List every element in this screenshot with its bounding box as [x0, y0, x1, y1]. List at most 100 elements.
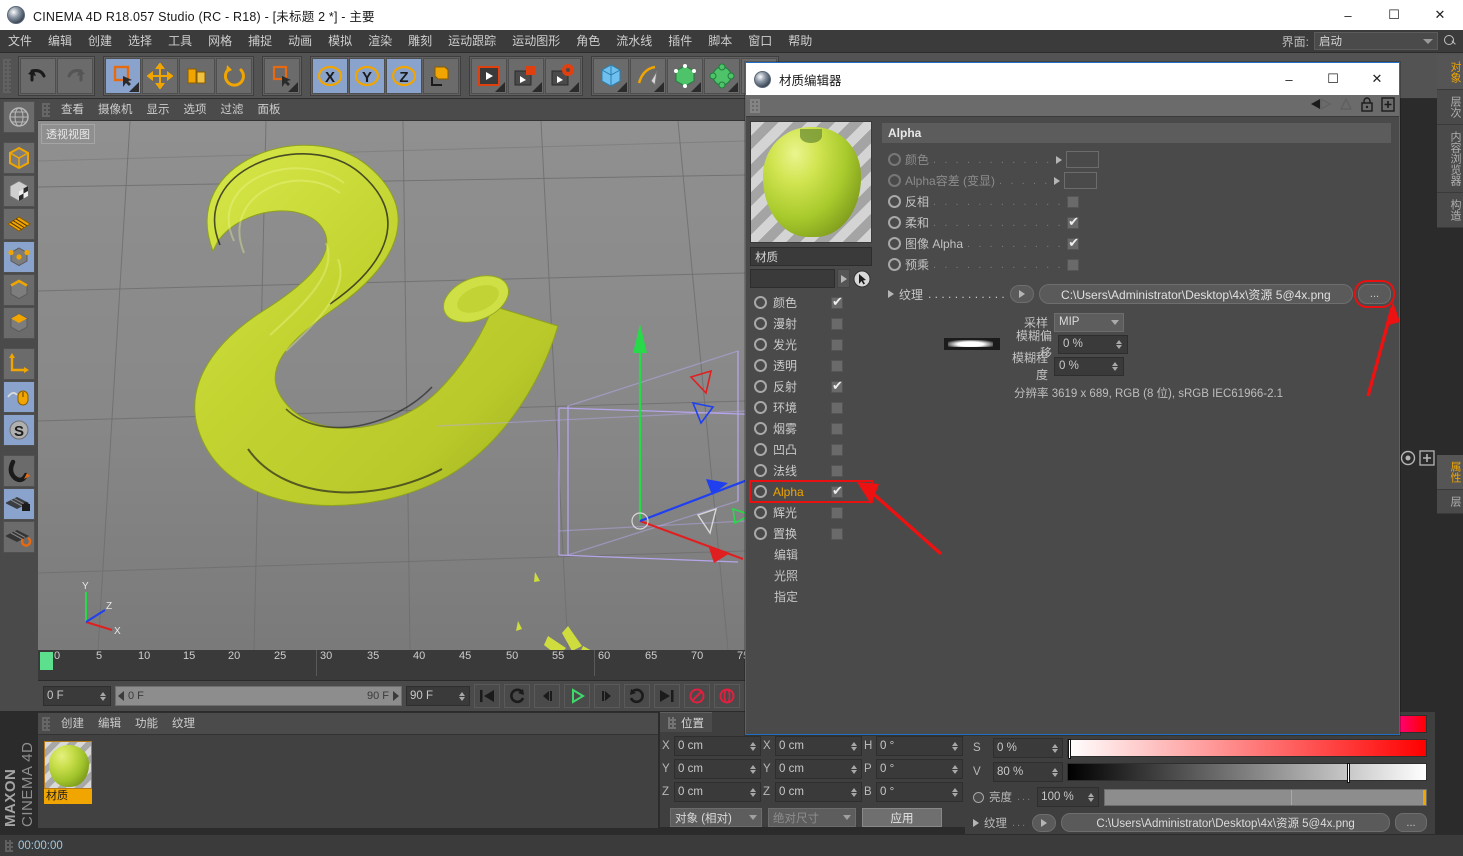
viewport-canvas[interactable]: 透视视图 Y X Z [38, 121, 745, 650]
menu-item-select[interactable]: 选择 [120, 30, 160, 53]
coord-field-h[interactable]: 0 ° [876, 736, 963, 756]
prop-radio-icon[interactable] [888, 174, 901, 187]
channel-radio-icon[interactable] [754, 443, 767, 456]
next-frame-button[interactable] [594, 684, 620, 708]
channel-checkbox[interactable] [831, 506, 843, 519]
channel-normal[interactable]: 法线 [750, 460, 872, 481]
add-cube-button[interactable] [593, 57, 629, 94]
menu-item-snap[interactable]: 捕捉 [240, 30, 280, 53]
channel-reflectance[interactable]: 反射 [750, 376, 872, 397]
search-icon[interactable] [1443, 33, 1457, 49]
coord-field-y-pos[interactable]: 0 cm [674, 759, 761, 779]
lock-z-axis-button[interactable]: Z [386, 57, 422, 94]
prop-radio-icon[interactable] [888, 216, 901, 229]
coord-field-p[interactable]: 0 ° [876, 759, 963, 779]
vtab-objects[interactable]: 对象 [1437, 55, 1463, 90]
material-link-field[interactable] [750, 269, 835, 288]
record-keyframe-button[interactable] [684, 684, 710, 708]
tab-position[interactable]: 位置 [660, 712, 712, 732]
menu-item-sculpt[interactable]: 雕刻 [400, 30, 440, 53]
expand-arrow-icon[interactable] [888, 290, 894, 298]
previous-material-icon[interactable] [1310, 97, 1332, 114]
viewport-menu-grip[interactable] [42, 102, 50, 117]
channel-displacement[interactable]: 置换 [750, 523, 872, 544]
material-link-arrow-icon[interactable] [837, 269, 850, 288]
menu-item-animation[interactable]: 动画 [280, 30, 320, 53]
enable-snap-button[interactable] [3, 381, 35, 413]
render-view-button[interactable] [471, 57, 507, 94]
channel-illumination[interactable]: 光照 [750, 565, 872, 586]
magnet-tool-button[interactable] [3, 455, 35, 487]
coordinates-grip[interactable] [668, 716, 676, 729]
coord-field-b[interactable]: 0 ° [876, 782, 963, 802]
material-menu-edit[interactable]: 编辑 [91, 713, 128, 735]
channel-radio-icon[interactable] [754, 527, 767, 540]
model-mode-button[interactable] [3, 142, 35, 174]
channel-radio-icon[interactable] [754, 359, 767, 372]
spinner-icon[interactable] [951, 785, 959, 799]
select-tool-button[interactable] [105, 57, 141, 94]
spinner-icon[interactable] [1051, 765, 1059, 779]
channel-assign[interactable]: 指定 [750, 586, 872, 607]
redo-button[interactable] [57, 57, 93, 94]
material-preview[interactable] [750, 121, 872, 243]
channel-diffusion[interactable]: 漫射 [750, 313, 872, 334]
menu-item-mograph[interactable]: 运动图形 [504, 30, 568, 53]
material-manager-grip[interactable] [42, 716, 50, 731]
prop-radio-icon[interactable] [888, 258, 901, 271]
menu-item-edit[interactable]: 编辑 [40, 30, 80, 53]
coord-field-z-pos[interactable]: 0 cm [674, 782, 761, 802]
channel-glow[interactable]: 辉光 [750, 502, 872, 523]
coord-field-x-size[interactable]: 0 cm [775, 736, 862, 756]
saturation-slider[interactable] [1067, 739, 1427, 759]
prop-checkbox-invert[interactable] [1067, 195, 1080, 208]
autokey-button[interactable] [714, 684, 740, 708]
range-right-arrow-icon[interactable] [393, 691, 399, 701]
channel-environment[interactable]: 环境 [750, 397, 872, 418]
lock-y-axis-button[interactable]: Y [349, 57, 385, 94]
prop-checkbox-soft[interactable] [1067, 214, 1080, 230]
material-name-field[interactable]: 材质 [750, 247, 872, 266]
window-close-button[interactable]: ✕ [1417, 0, 1463, 30]
menu-item-create[interactable]: 创建 [80, 30, 120, 53]
channel-alpha[interactable]: Alpha [749, 480, 873, 503]
dialog-toolbar-grip[interactable] [750, 98, 760, 113]
menu-item-character[interactable]: 角色 [568, 30, 608, 53]
channel-bump[interactable]: 凹凸 [750, 439, 872, 460]
spinner-icon[interactable] [1087, 790, 1095, 804]
axis-mode-button[interactable] [3, 348, 35, 380]
channel-checkbox[interactable] [831, 359, 843, 372]
channel-checkbox[interactable] [831, 464, 843, 477]
spinner-icon[interactable] [1051, 741, 1059, 755]
spinner-icon[interactable] [951, 739, 959, 753]
menu-item-script[interactable]: 脚本 [700, 30, 740, 53]
prop-checkbox-premultiply[interactable] [1067, 258, 1080, 271]
dialog-texture-browse-button[interactable]: ... [1354, 280, 1395, 308]
channel-luminance[interactable]: 发光 [750, 334, 872, 355]
channel-checkbox[interactable] [831, 483, 843, 499]
menu-item-window[interactable]: 窗口 [740, 30, 780, 53]
dialog-texture-dropdown-button[interactable] [1009, 285, 1034, 303]
viewport-menu-display[interactable]: 显示 [140, 99, 177, 121]
channel-radio-icon[interactable] [754, 506, 767, 519]
world-object-coordinate-button[interactable] [423, 57, 459, 94]
coord-field-x-pos[interactable]: 0 cm [674, 736, 761, 756]
material-manager-body[interactable]: 材质 [38, 735, 658, 828]
texture-dropdown-button[interactable] [1032, 813, 1057, 832]
material-menu-create[interactable]: 创建 [54, 713, 91, 735]
channel-radio-icon[interactable] [754, 338, 767, 351]
current-frame-field[interactable]: 0 F [43, 686, 111, 706]
add-spline-button[interactable] [630, 57, 666, 94]
add-tab-icon[interactable] [1381, 96, 1395, 115]
brightness-field[interactable]: 100 % [1037, 787, 1100, 807]
brightness-radio-icon[interactable] [973, 791, 984, 803]
channel-radio-icon[interactable] [754, 485, 767, 498]
apply-button[interactable]: 应用 [862, 808, 942, 827]
coord-field-z-size[interactable]: 0 cm [775, 782, 862, 802]
expand-arrow-icon[interactable] [1055, 155, 1062, 164]
polygons-mode-button[interactable] [3, 307, 35, 339]
material-menu-texture[interactable]: 纹理 [165, 713, 202, 735]
prop-checkbox-image-alpha[interactable] [1067, 235, 1080, 251]
go-to-end-button[interactable] [654, 684, 680, 708]
texture-path-field[interactable]: C:\Users\Administrator\Desktop\4x\资源 5@4… [1061, 813, 1390, 832]
